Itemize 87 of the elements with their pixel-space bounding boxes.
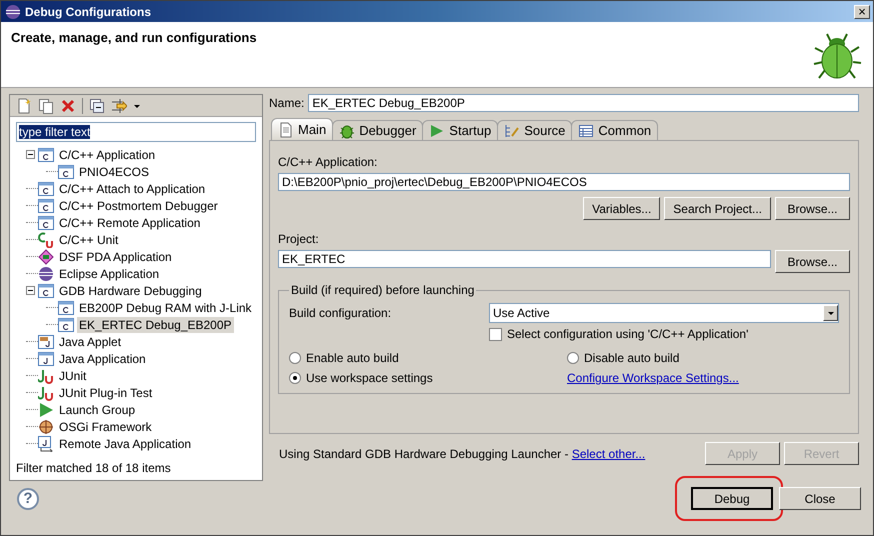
tree-item[interactable]: JUnit Plug-in Test (57, 384, 154, 400)
bug-icon (339, 122, 356, 138)
play-icon (429, 122, 446, 138)
delete-icon (60, 98, 76, 114)
radio-label: Use workspace settings (306, 371, 433, 385)
browse-button[interactable]: Browse... (775, 250, 850, 273)
c-file-icon (38, 198, 54, 214)
application-field[interactable]: D:\EB200P\pnio_proj\ertec\Debug_EB200P\PNIO4ECOS (278, 173, 850, 191)
tree-item[interactable]: C/C++ Unit (57, 232, 120, 248)
filter-icon (111, 98, 127, 114)
junit-icon (38, 368, 54, 384)
panel-button[interactable]: Search Project... (664, 197, 771, 220)
table-icon (578, 122, 594, 138)
close-button[interactable]: × (854, 4, 870, 18)
c-file-icon (38, 214, 54, 230)
eclipse-icon (38, 266, 54, 282)
dsf-icon (38, 248, 54, 264)
tree-item[interactable]: C/C++ Remote Application (57, 214, 202, 230)
c-file-icon (58, 300, 74, 316)
tree-item[interactable]: Launch Group (57, 402, 138, 418)
dialog-button[interactable]: Debug (691, 487, 773, 510)
tree-item[interactable]: GDB Hardware Debugging (57, 282, 204, 298)
c-file-icon (58, 316, 74, 332)
tree-item[interactable]: Remote Java Application (57, 436, 194, 452)
help-icon[interactable]: ? (17, 488, 39, 510)
group-title: Build (if required) before launching (290, 283, 476, 297)
crosshair-icon (38, 418, 54, 434)
field-label: Project: (278, 232, 320, 246)
c-file-icon (38, 282, 54, 298)
dialog-heading: Create, manage, and run configurations (11, 30, 257, 47)
project-field[interactable]: EK_ERTEC (278, 250, 771, 268)
select-other-link[interactable]: Select other... (572, 446, 646, 460)
c-file-icon (58, 164, 74, 180)
c-unit-icon (38, 232, 54, 248)
tree-item[interactable]: DSF PDA Application (57, 248, 174, 264)
name-label: Name: (269, 96, 304, 110)
radio-button[interactable] (289, 372, 301, 384)
filter-status: Filter matched 18 of 18 items (15, 460, 172, 477)
tree-item[interactable]: JUnit (57, 368, 88, 384)
java-file-icon (38, 350, 54, 366)
settings-link[interactable]: Configure Workspace Settings... (567, 371, 739, 385)
tree-item[interactable]: Java Applet (57, 334, 124, 350)
tree-item[interactable]: PNIO4ECOS (77, 164, 152, 180)
tree-item[interactable]: C/C++ Attach to Application (57, 180, 208, 196)
tab[interactable]: Debugger (332, 120, 424, 140)
tree-item[interactable]: EB200P Debug RAM with J-Link (77, 300, 254, 316)
eclipse-icon (5, 4, 21, 20)
tree-item[interactable]: OSGi Framework (57, 418, 154, 434)
copy-icon (38, 98, 54, 114)
tab[interactable]: Startup (422, 120, 498, 140)
tab[interactable]: Common (571, 120, 658, 140)
play-icon (38, 402, 54, 418)
window-title: Debug Configurations (25, 4, 152, 18)
tree-item[interactable]: Eclipse Application (57, 266, 162, 282)
tree-item[interactable]: C/C++ Postmortem Debugger (57, 198, 220, 214)
tree-item[interactable]: C/C++ Application (57, 146, 158, 162)
field-label: Build configuration: (289, 306, 392, 320)
checkbox[interactable] (489, 328, 502, 340)
launcher-text: Using Standard GDB Hardware Debugging Launcher - Select other... (279, 446, 646, 460)
source-icon (504, 122, 520, 138)
junit-icon (38, 384, 54, 400)
collapse-icon[interactable] (26, 286, 35, 295)
configuration-dropdown[interactable]: Use Active (489, 303, 839, 323)
radio-label: Enable auto build (306, 351, 399, 365)
tab[interactable]: Main (271, 118, 334, 140)
name-field[interactable]: EK_ERTEC Debug_EB200P (308, 94, 859, 112)
tree-item[interactable]: EK_ERTEC Debug_EB200P (77, 316, 234, 332)
radio-button[interactable] (567, 352, 579, 364)
radio-label: Disable auto build (584, 351, 680, 365)
panel-button[interactable]: Browse... (775, 197, 850, 220)
c-file-icon (38, 180, 54, 196)
panel-button[interactable]: Variables... (583, 197, 660, 220)
new-file-icon (16, 98, 32, 114)
collapse-all-icon (89, 98, 105, 114)
page-icon (278, 122, 294, 138)
remote-java-icon (38, 436, 54, 452)
java-applet-icon (38, 334, 54, 350)
filter-field[interactable]: type filter text (16, 122, 256, 142)
c-file-icon (38, 146, 54, 162)
dialog-button[interactable]: Close (779, 487, 861, 510)
field-label: C/C++ Application: (278, 155, 378, 169)
collapse-icon[interactable] (26, 150, 35, 159)
tab[interactable]: Source (497, 120, 572, 140)
checkbox-label: Select configuration using 'C/C++ Application' (507, 327, 748, 341)
radio-button[interactable] (289, 352, 301, 364)
caret-icon (826, 309, 834, 317)
tree-item[interactable]: Java Application (57, 350, 148, 366)
